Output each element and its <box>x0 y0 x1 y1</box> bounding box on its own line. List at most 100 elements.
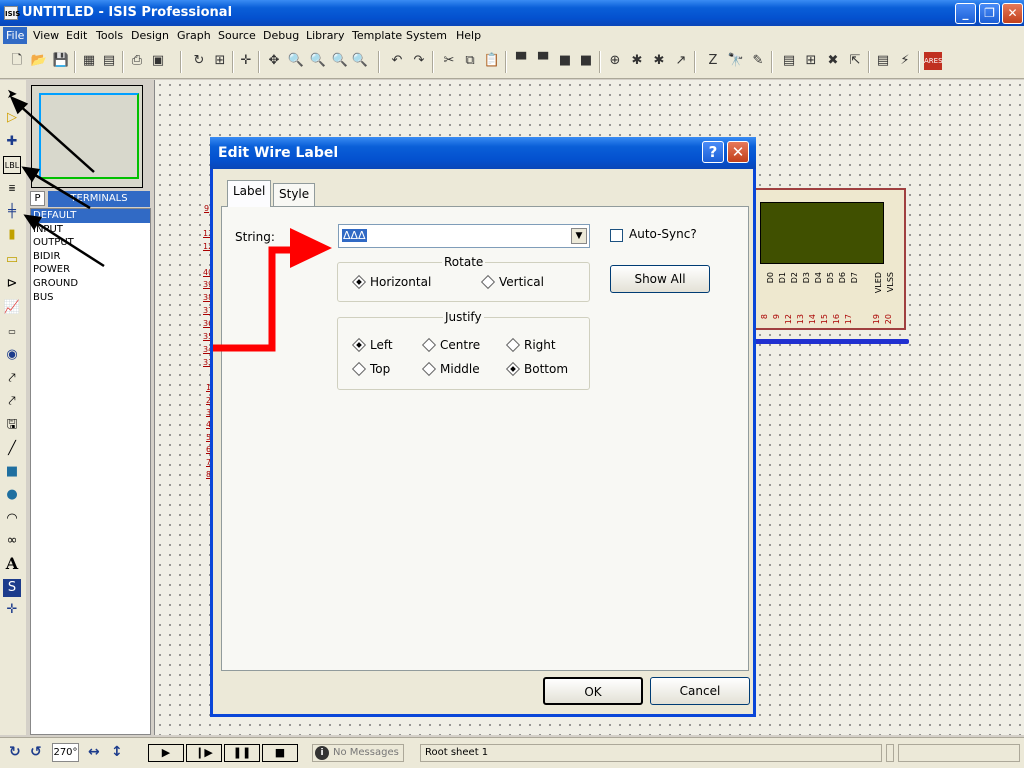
redo-icon[interactable]: ↷ <box>410 52 428 70</box>
selection-mode-icon[interactable]: ➤ <box>3 86 21 104</box>
print-icon[interactable]: ⎙ <box>128 52 146 70</box>
copy-icon[interactable]: ⧉ <box>461 52 479 70</box>
terminal-item-output[interactable]: OUTPUT <box>31 236 150 250</box>
rotate-clockwise-icon[interactable]: ↻ <box>9 744 21 760</box>
export-icon[interactable]: ▤ <box>100 52 118 70</box>
zoom-area-icon[interactable]: 🔍 <box>351 52 369 70</box>
terminal-item-input[interactable]: INPUT <box>31 223 150 237</box>
bus-icon[interactable]: ╪ <box>3 203 21 221</box>
cut-icon[interactable]: ✂ <box>440 52 458 70</box>
zoom-child-icon[interactable]: ⇱ <box>846 52 864 70</box>
help-button[interactable]: ? <box>702 141 724 163</box>
refresh-icon[interactable]: ↻ <box>190 52 208 70</box>
show-all-button[interactable]: Show All <box>610 265 710 293</box>
component-mode-icon[interactable]: ▷ <box>3 109 21 127</box>
make-device-icon[interactable]: ✱ <box>628 52 646 70</box>
box-icon[interactable]: ■ <box>3 463 21 481</box>
terminal-item-default[interactable]: DEFAULT <box>31 209 150 223</box>
mirror-horizontal-icon[interactable]: ↔ <box>88 744 100 760</box>
messages-panel[interactable]: i No Messages <box>312 744 404 762</box>
dialog-close-button[interactable]: ✕ <box>727 141 749 163</box>
subcircuit-icon[interactable]: ▮ <box>3 226 21 244</box>
virtual-instruments-icon[interactable]: 🖫 <box>3 416 21 434</box>
current-probe-icon[interactable]: ⤤ <box>3 393 21 411</box>
zoom-in-icon[interactable]: 🔍 <box>287 52 305 70</box>
restore-button[interactable]: ❐ <box>979 3 1000 24</box>
block-copy-icon[interactable]: ▀ <box>512 52 530 70</box>
tape-recorder-icon[interactable]: ▭ <box>3 323 21 341</box>
grid-icon[interactable]: ⊞ <box>211 52 229 70</box>
menu-file[interactable]: File <box>3 27 28 44</box>
menu-system[interactable]: System <box>406 29 447 42</box>
pick-device-icon[interactable]: ⊕ <box>606 52 624 70</box>
zoom-out-icon[interactable]: 🔍 <box>309 52 327 70</box>
text-script-icon[interactable]: ≣ <box>3 180 21 198</box>
step-button[interactable]: ❙▶ <box>186 744 222 762</box>
save-icon[interactable]: 💾 <box>52 52 70 70</box>
string-value[interactable]: ΔΔΔ <box>342 229 367 242</box>
erc-icon[interactable]: ⚡ <box>896 52 914 70</box>
new-file-icon[interactable]: 🗋 <box>8 52 26 70</box>
chevron-down-icon[interactable]: ▼ <box>571 228 587 244</box>
stop-button[interactable]: ■ <box>262 744 298 762</box>
justify-bottom-radio[interactable]: Bottom <box>505 361 568 377</box>
rotate-anticlockwise-icon[interactable]: ↺ <box>30 744 42 760</box>
bill-of-materials-icon[interactable]: ▤ <box>874 52 892 70</box>
line-icon[interactable]: ╱ <box>3 440 21 458</box>
minimize-button[interactable]: _ <box>955 3 976 24</box>
rotation-angle-field[interactable]: 270° <box>52 743 79 762</box>
zoom-all-icon[interactable]: 🔍 <box>331 52 349 70</box>
generator-icon[interactable]: ◉ <box>3 346 21 364</box>
pause-button[interactable]: ❚❚ <box>224 744 260 762</box>
import-icon[interactable]: ▦ <box>80 52 98 70</box>
wire-label-icon[interactable]: LBL <box>3 156 21 174</box>
justify-left-radio[interactable]: Left <box>351 337 393 353</box>
terminals-list[interactable]: DEFAULT INPUT OUTPUT BIDIR POWER GROUND … <box>30 208 151 735</box>
auto-sync-checkbox[interactable] <box>610 229 623 242</box>
menu-design[interactable]: Design <box>131 29 169 42</box>
open-folder-icon[interactable]: 📂 <box>30 52 48 70</box>
package-tool-icon[interactable]: ✱ <box>650 52 668 70</box>
add-sheet-icon[interactable]: ⊞ <box>802 52 820 70</box>
tab-label[interactable]: Label <box>227 180 272 207</box>
menu-edit[interactable]: Edit <box>66 29 87 42</box>
print-area-icon[interactable]: ▣ <box>149 52 167 70</box>
undo-icon[interactable]: ↶ <box>388 52 406 70</box>
terminals-mode-icon[interactable]: ▭ <box>3 251 21 269</box>
terminal-item-ground[interactable]: GROUND <box>31 277 150 291</box>
play-button[interactable]: ▶ <box>148 744 184 762</box>
symbol-icon[interactable]: S <box>3 579 21 597</box>
menu-tools[interactable]: Tools <box>96 29 123 42</box>
decompose-icon[interactable]: ↗ <box>672 52 690 70</box>
close-button[interactable]: ✕ <box>1002 3 1023 24</box>
auto-sync-label[interactable]: Auto-Sync? <box>629 227 697 241</box>
justify-centre-radio[interactable]: Centre <box>421 337 480 353</box>
bus-wire[interactable] <box>754 339 909 344</box>
rotate-horizontal-radio[interactable]: Horizontal <box>351 274 431 290</box>
justify-right-radio[interactable]: Right <box>505 337 556 353</box>
menu-source[interactable]: Source <box>218 29 256 42</box>
menu-library[interactable]: Library <box>306 29 344 42</box>
terminal-item-bus[interactable]: BUS <box>31 291 150 305</box>
arc-icon[interactable]: ◠ <box>3 510 21 528</box>
ares-icon[interactable]: ARES <box>924 52 943 70</box>
block-move-icon[interactable]: ▀ <box>534 52 552 70</box>
string-combobox[interactable]: ΔΔΔ ▼ <box>338 224 590 248</box>
terminal-item-bidir[interactable]: BIDIR <box>31 250 150 264</box>
origin-icon[interactable]: ✛ <box>237 52 255 70</box>
remove-sheet-icon[interactable]: ✖ <box>824 52 842 70</box>
terminal-item-power[interactable]: POWER <box>31 263 150 277</box>
menu-template[interactable]: Template <box>352 29 402 42</box>
overview-window[interactable] <box>31 85 143 188</box>
search-tag-icon[interactable]: 🔭 <box>727 52 745 70</box>
justify-middle-radio[interactable]: Middle <box>421 361 480 377</box>
device-pins-icon[interactable]: ⊳ <box>3 275 21 293</box>
text-icon[interactable]: A <box>3 555 21 573</box>
menu-view[interactable]: View <box>33 29 59 42</box>
ok-button[interactable]: OK <box>543 677 643 705</box>
graph-mode-icon[interactable]: 📈 <box>3 299 21 317</box>
mirror-vertical-icon[interactable]: ↕ <box>111 744 123 760</box>
marker-icon[interactable]: ✛ <box>3 601 21 619</box>
new-sheet-icon[interactable]: ▤ <box>780 52 798 70</box>
menu-debug[interactable]: Debug <box>263 29 299 42</box>
